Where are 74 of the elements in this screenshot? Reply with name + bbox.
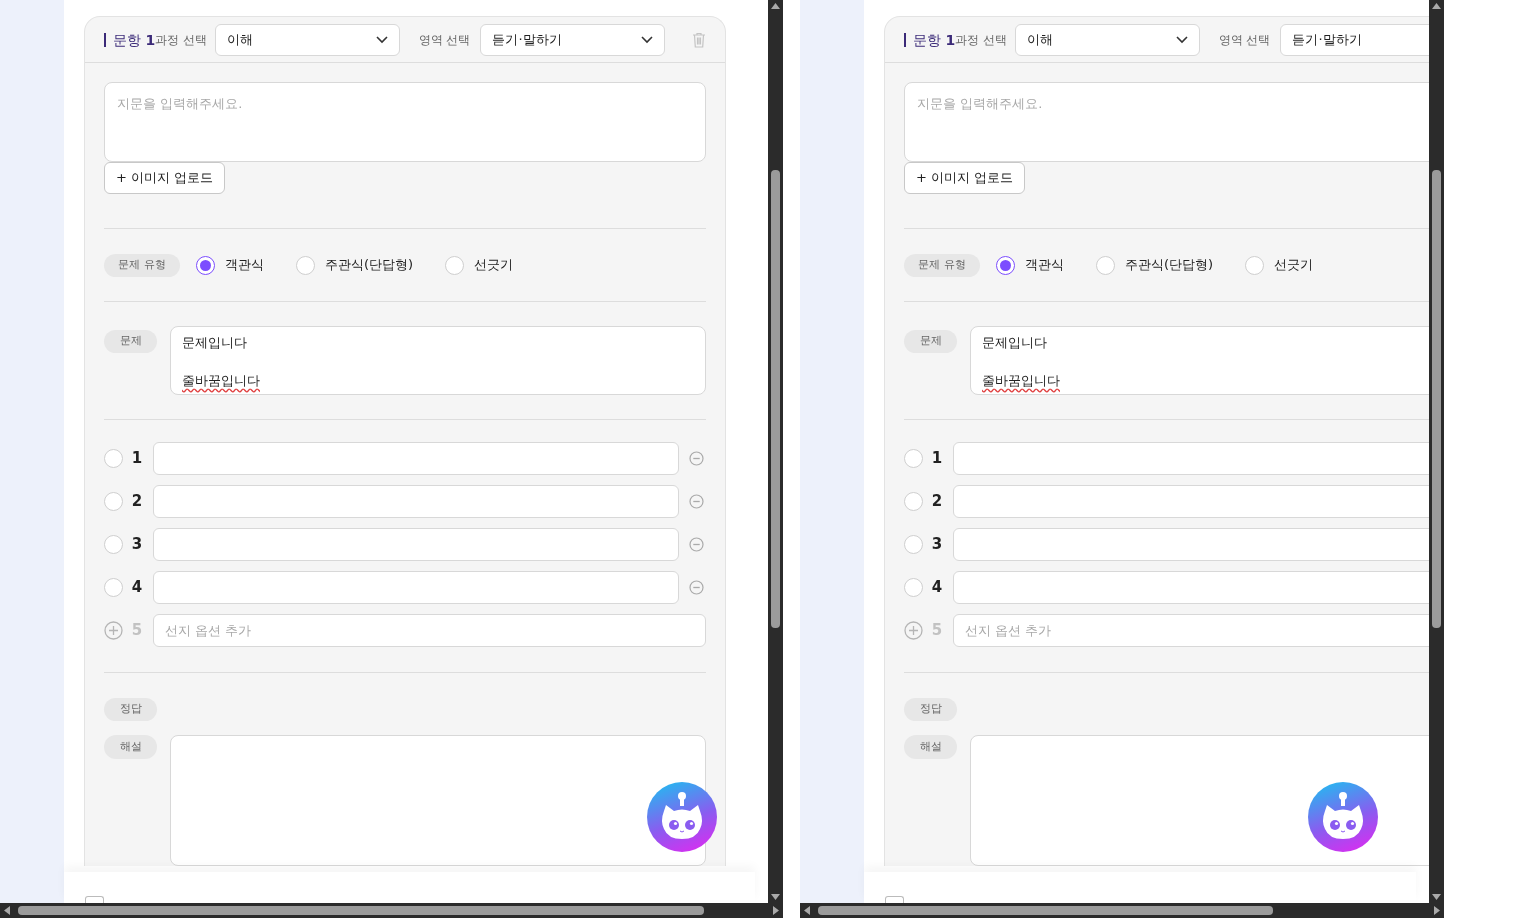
type-label: 문제 유형 — [104, 253, 180, 277]
radio-label[interactable]: 주관식(단답형) — [1125, 255, 1214, 275]
option-number: 4 — [130, 577, 144, 599]
chevron-down-icon — [641, 35, 653, 44]
remove-icon[interactable] — [689, 537, 704, 552]
scroll-right-icon[interactable] — [1434, 906, 1440, 915]
upload-button[interactable]: + 이미지 업로드 — [104, 162, 225, 194]
area-select[interactable]: 듣기·말하기 — [480, 23, 665, 56]
scrollbar-thumb[interactable] — [771, 170, 780, 628]
radio-label[interactable]: 선긋기 — [474, 255, 514, 275]
radio-label[interactable]: 주관식(단답형) — [325, 255, 414, 275]
radio-button[interactable] — [996, 255, 1015, 275]
remove-icon[interactable] — [689, 451, 704, 466]
radio-button[interactable] — [196, 255, 215, 275]
explanation-field[interactable] — [970, 735, 1429, 866]
explanation-label: 해설 — [904, 735, 957, 759]
question-field[interactable]: 문제입니다 줄바꿈입니다 — [170, 326, 706, 395]
scrollbar-thumb[interactable] — [18, 906, 704, 915]
option-number: 2 — [930, 491, 944, 513]
trash-icon[interactable] — [692, 31, 706, 48]
option-number: 2 — [130, 491, 144, 513]
option-field[interactable] — [953, 528, 1429, 561]
scroll-up-icon[interactable] — [771, 3, 780, 9]
option-field[interactable] — [153, 571, 679, 604]
text-line: 문제입니다 — [982, 334, 1047, 352]
text-line: 줄바꿈입니다 — [982, 372, 1060, 390]
chevron-down-icon — [1175, 35, 1188, 44]
chevron-down-icon — [375, 35, 388, 44]
answer-label: 정답 — [104, 698, 157, 721]
option-field[interactable] — [153, 442, 679, 475]
question-title: 문항 1 — [104, 32, 156, 47]
course-select[interactable]: 이해 — [215, 23, 400, 56]
remove-icon[interactable] — [689, 494, 704, 509]
field-label: 과정 선택 — [955, 31, 1008, 49]
question-label: 문제 — [104, 330, 157, 353]
course-select[interactable]: 이해 — [1015, 23, 1200, 56]
option-number: 4 — [930, 577, 944, 599]
explanation-field[interactable] — [170, 735, 706, 866]
text-line: 줄바꿈입니다 — [182, 372, 260, 390]
upload-button[interactable]: + 이미지 업로드 — [904, 162, 1025, 194]
option-number: 3 — [930, 534, 944, 556]
radio-label[interactable]: 객관식 — [1025, 255, 1064, 275]
option-field[interactable] — [953, 571, 1429, 604]
text-line: 문제입니다 — [182, 334, 247, 352]
option-number: 1 — [930, 448, 944, 470]
scroll-down-icon[interactable] — [1432, 894, 1441, 900]
explanation-label: 해설 — [104, 735, 157, 759]
add-icon[interactable] — [904, 621, 923, 640]
field-label: 영역 선택 — [418, 31, 471, 49]
answer-label: 정답 — [904, 698, 957, 721]
option-number: 3 — [130, 534, 144, 556]
scrollbar-thumb[interactable] — [1432, 170, 1441, 628]
scroll-left-icon[interactable] — [4, 906, 10, 915]
option-field[interactable] — [953, 485, 1429, 518]
option-field[interactable] — [153, 528, 679, 561]
add-icon[interactable] — [104, 621, 123, 640]
scroll-down-icon[interactable] — [771, 894, 780, 900]
scroll-up-icon[interactable] — [1432, 3, 1441, 9]
field-label: 과정 선택 — [155, 31, 208, 49]
question-title: 문항 1 — [904, 32, 956, 47]
area-select[interactable]: 듣기·말하기 — [1280, 23, 1429, 56]
radio-label[interactable]: 객관식 — [225, 255, 264, 275]
option-field[interactable] — [153, 485, 679, 518]
scrollbar-thumb[interactable] — [818, 906, 1273, 915]
radio-label[interactable]: 선긋기 — [1274, 255, 1314, 275]
question-label: 문제 — [904, 330, 957, 353]
field-label: 영역 선택 — [1218, 31, 1271, 49]
scroll-left-icon[interactable] — [804, 906, 810, 915]
option-field[interactable] — [953, 442, 1429, 475]
type-label: 문제 유형 — [904, 253, 980, 277]
scroll-right-icon[interactable] — [773, 906, 779, 915]
question-field[interactable]: 문제입니다 줄바꿈입니다 — [970, 326, 1429, 395]
remove-icon[interactable] — [689, 580, 704, 595]
option-number: 1 — [130, 448, 144, 470]
